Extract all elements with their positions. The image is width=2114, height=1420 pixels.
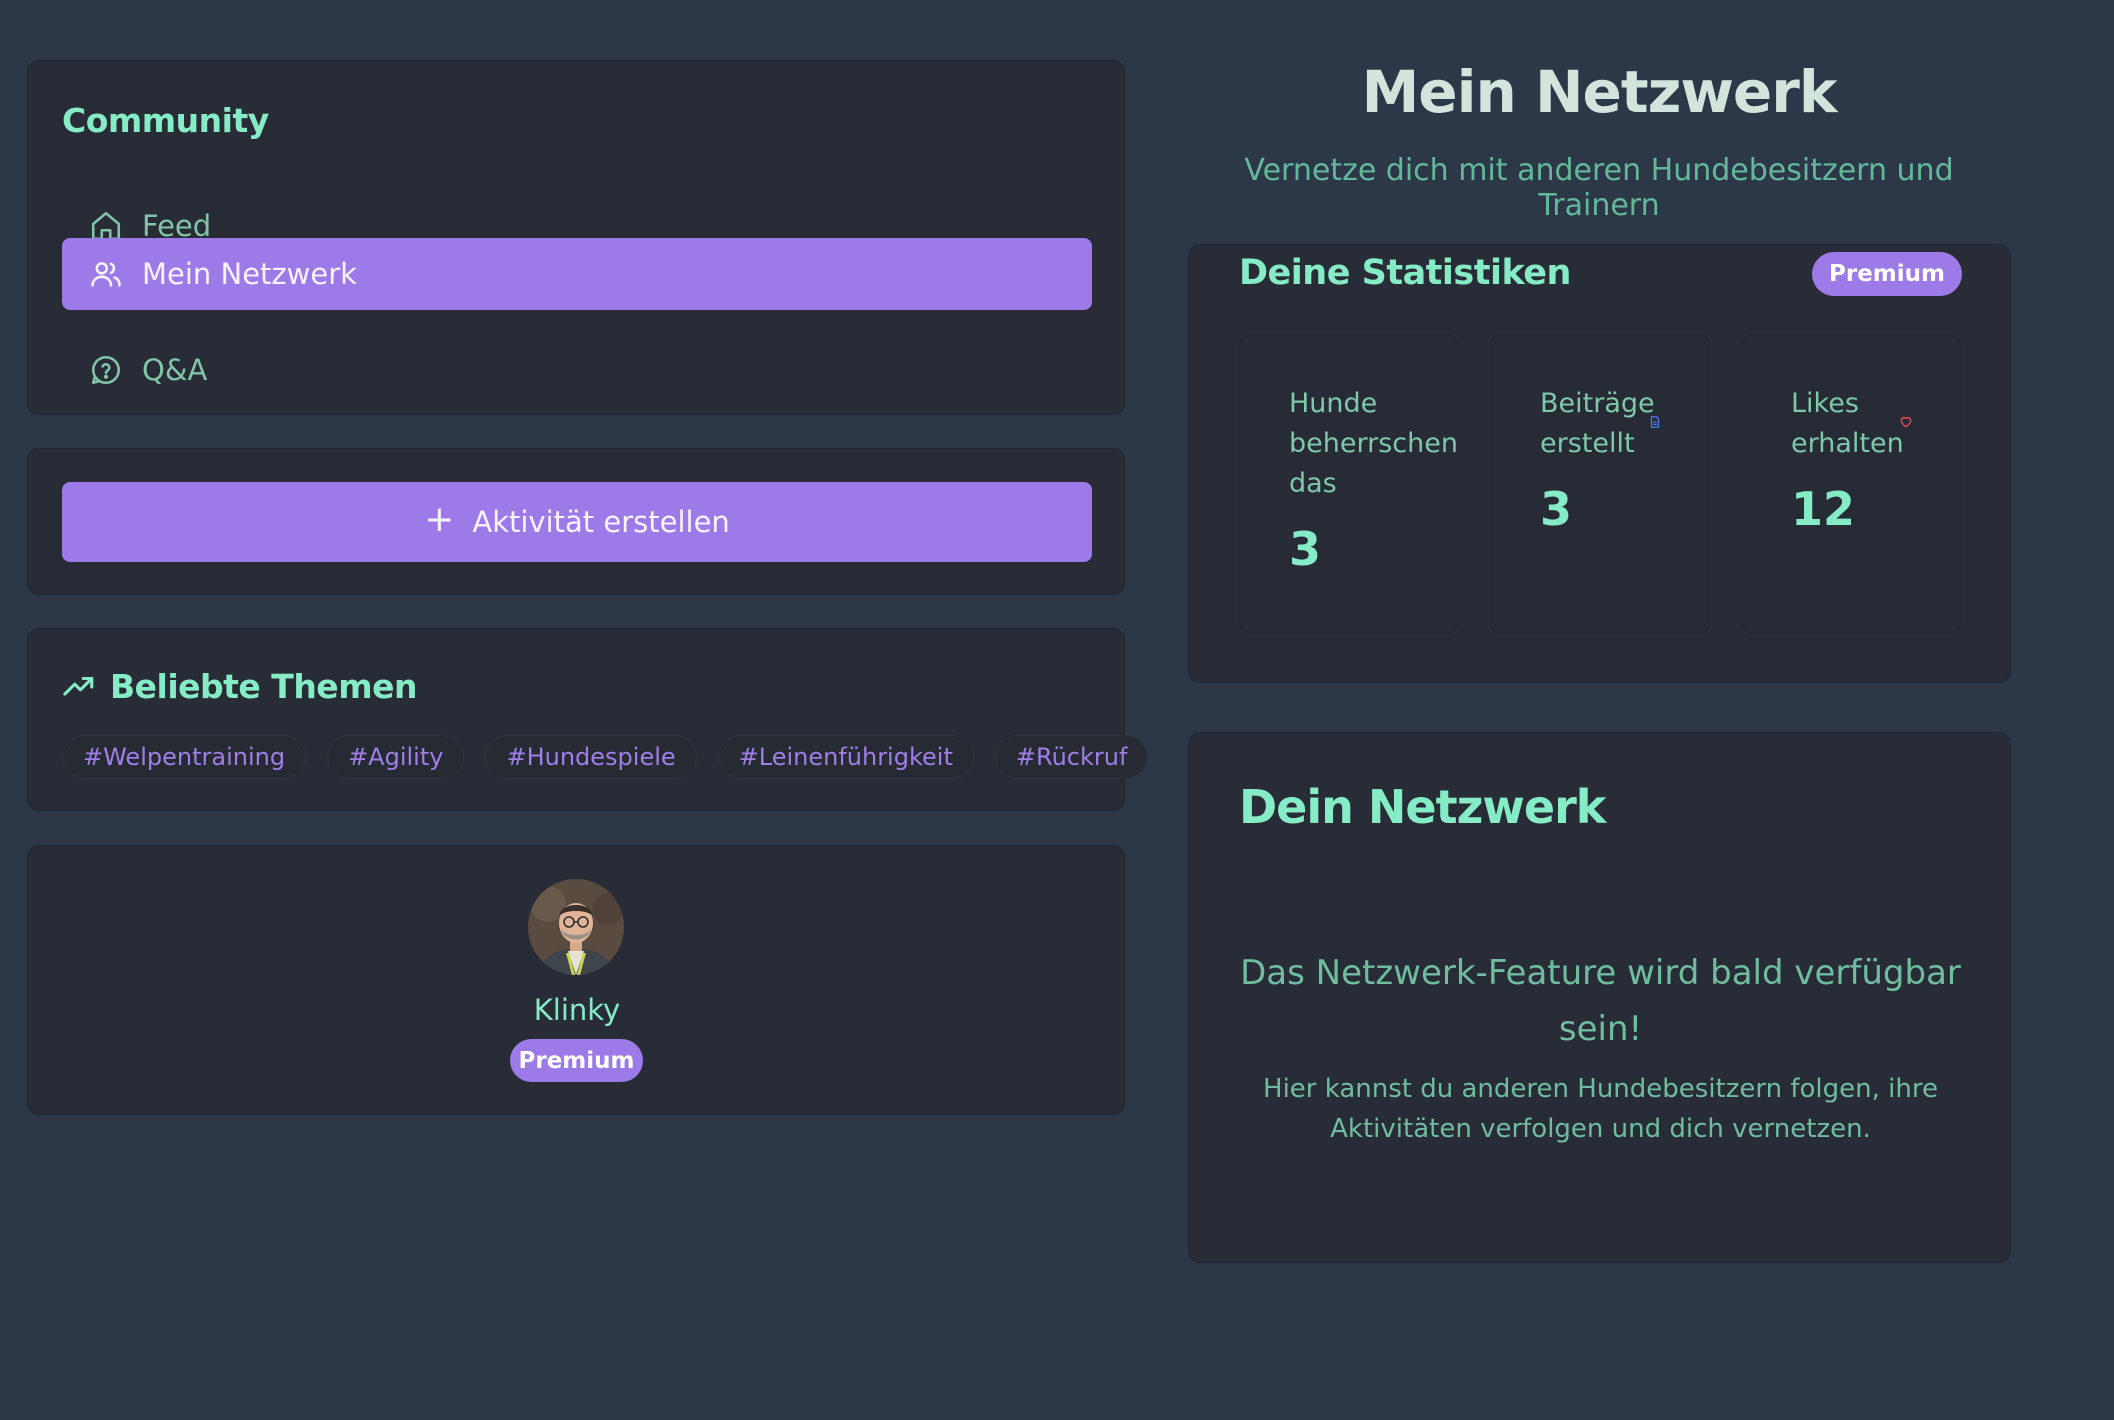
page-title: Mein Netzwerk	[1361, 58, 1838, 126]
stat-tile-dogs-mastered: Hunde beherrschen das 3	[1239, 335, 1459, 633]
profile-name: Klinky	[533, 993, 621, 1027]
profile-card: Klinky Premium	[27, 845, 1125, 1115]
stat-value: 3	[1289, 522, 1322, 576]
page-subtitle: Vernetze dich mit anderen Hundebesitzern…	[1244, 153, 1954, 223]
network-heading: Dein Netzwerk	[1239, 780, 1606, 834]
premium-badge: Premium	[1812, 252, 1962, 296]
heart-icon	[1900, 416, 1912, 428]
topic-tags: #Welpentraining #Agility #Hundespiele #L…	[62, 735, 1149, 779]
premium-badge: Premium	[510, 1039, 643, 1082]
popular-topics-card: Beliebte Themen #Welpentraining #Agility…	[27, 628, 1149, 811]
stat-tile-posts-created: Beiträge erstellt 3	[1490, 335, 1710, 633]
network-description: Hier kannst du anderen Hundebesitzern fo…	[1263, 1074, 1938, 1144]
help-circle-icon	[86, 350, 126, 390]
coming-soon-message: Das Netzwerk-Feature wird bald verfügbar…	[1240, 953, 1961, 1049]
popular-topics-heading: Beliebte Themen	[110, 667, 417, 706]
stat-label: Beiträge erstellt	[1540, 388, 1655, 459]
users-icon	[86, 254, 126, 294]
sidebar-item-qa[interactable]: Q&A	[62, 334, 1092, 406]
sidebar-item-label: Q&A	[142, 353, 208, 387]
popular-topics-header: Beliebte Themen	[62, 667, 417, 706]
sidebar-item-mein-netzwerk[interactable]: Mein Netzwerk	[62, 238, 1092, 310]
statistics-heading: Deine Statistiken	[1239, 253, 1571, 293]
topic-tag[interactable]: #Welpentraining	[62, 735, 307, 779]
stat-label: Likes erhalten	[1791, 388, 1904, 459]
statistics-card: Deine Statistiken Premium Hunde beherrsc…	[1188, 244, 2011, 683]
community-heading: Community	[62, 101, 269, 140]
stat-tile-likes-received: Likes erhalten 12	[1741, 335, 1961, 633]
create-activity-label: Aktivität erstellen	[472, 505, 730, 539]
network-card: Dein Netzwerk Das Netzwerk-Feature wird …	[1188, 732, 2011, 1263]
stat-value: 12	[1791, 482, 1856, 536]
document-icon	[1650, 416, 1660, 428]
create-activity-card: + Aktivität erstellen	[27, 448, 1125, 595]
topic-tag[interactable]: #Leinenführigkeit	[717, 735, 974, 779]
topic-tag[interactable]: #Rückruf	[994, 735, 1149, 779]
create-activity-button[interactable]: + Aktivität erstellen	[62, 482, 1092, 562]
sidebar-item-label: Mein Netzwerk	[142, 257, 357, 291]
topic-tag[interactable]: #Hundespiele	[485, 735, 697, 779]
trending-up-icon	[63, 676, 94, 696]
topic-tag[interactable]: #Agility	[327, 735, 465, 779]
avatar[interactable]	[528, 879, 624, 975]
community-nav-card: Community Feed Mein Netzwerk Q&A	[27, 60, 1125, 415]
stat-label: Hunde beherrschen das	[1289, 388, 1458, 499]
stat-value: 3	[1540, 482, 1573, 536]
plus-icon: +	[424, 499, 455, 540]
